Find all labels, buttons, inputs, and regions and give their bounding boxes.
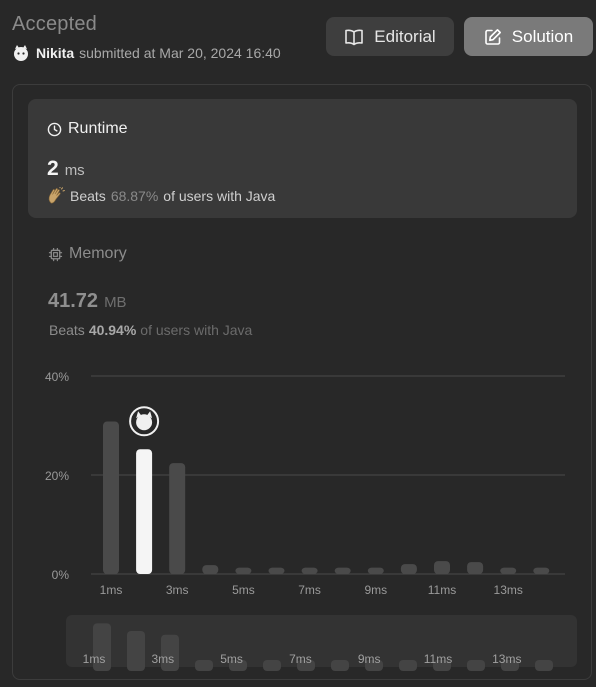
- bar[interactable]: [268, 567, 285, 574]
- editorial-button[interactable]: Editorial: [326, 17, 454, 56]
- x-tick-label: 1ms: [100, 583, 123, 597]
- submission-info: Nikita submitted at Mar 20, 2024 16:40: [12, 44, 281, 62]
- navigator-bar: [467, 660, 485, 671]
- user-avatar-icon[interactable]: [12, 44, 30, 62]
- navigator-bar: [127, 630, 145, 671]
- bar[interactable]: [103, 421, 119, 574]
- submission-detail-page: Accepted Nikita submitted at Mar 20, 202…: [0, 0, 596, 687]
- navigator-bar: [535, 660, 553, 671]
- bar[interactable]: [301, 567, 318, 574]
- edit-icon: [484, 28, 501, 45]
- x-tick-label: 7ms: [298, 583, 321, 597]
- bar[interactable]: [235, 567, 252, 574]
- x-tick-label: 11ms: [428, 583, 456, 597]
- x-tick-label: 9ms: [364, 583, 387, 597]
- navigator-tick-label: 1ms: [83, 652, 106, 666]
- navigator-tick-label: 13ms: [492, 652, 521, 666]
- navigator-tick-label: 11ms: [424, 652, 452, 666]
- runtime-distribution-chart[interactable]: 0% 20% 40% 1ms 3ms 5ms 7ms 9ms 11ms 13ms 1ms 3ms 5ms…: [13, 85, 591, 679]
- bar[interactable]: [367, 567, 384, 574]
- submitted-timestamp: submitted at Mar 20, 2024 16:40: [79, 45, 281, 61]
- navigator-bar: [399, 660, 417, 671]
- navigator-bar: [331, 660, 349, 671]
- y-tick-label: 0%: [52, 568, 70, 582]
- results-panel: Runtime 2 ms Beats 68.87% of users with …: [12, 84, 592, 680]
- bar[interactable]: [500, 567, 517, 574]
- bar[interactable]: [169, 463, 186, 574]
- navigator-tick-label: 7ms: [289, 652, 312, 666]
- bar-highlighted[interactable]: [136, 449, 153, 574]
- navigator-bar: [263, 660, 281, 671]
- bar[interactable]: [334, 567, 351, 574]
- y-tick-label: 40%: [45, 370, 69, 384]
- x-tick-label: 13ms: [494, 583, 523, 597]
- y-tick-label: 20%: [45, 469, 69, 483]
- username-link[interactable]: Nikita: [36, 45, 74, 61]
- editorial-button-label: Editorial: [374, 26, 436, 46]
- navigator-tick-label: 9ms: [358, 652, 381, 666]
- bar[interactable]: [434, 561, 450, 574]
- bar[interactable]: [400, 564, 417, 574]
- solution-button-label: Solution: [511, 26, 574, 46]
- status-title: Accepted: [12, 13, 97, 35]
- solution-button[interactable]: Solution: [464, 17, 593, 56]
- bar[interactable]: [202, 565, 219, 574]
- bar[interactable]: [467, 562, 484, 574]
- navigator-tick-label: 3ms: [151, 652, 174, 666]
- x-tick-label: 5ms: [232, 583, 255, 597]
- book-open-icon: [345, 29, 364, 45]
- bar[interactable]: [533, 567, 550, 574]
- navigator-bar: [195, 660, 213, 671]
- x-tick-label: 3ms: [166, 583, 189, 597]
- navigator-tick-label: 5ms: [220, 652, 243, 666]
- user-marker-icon: [129, 406, 160, 437]
